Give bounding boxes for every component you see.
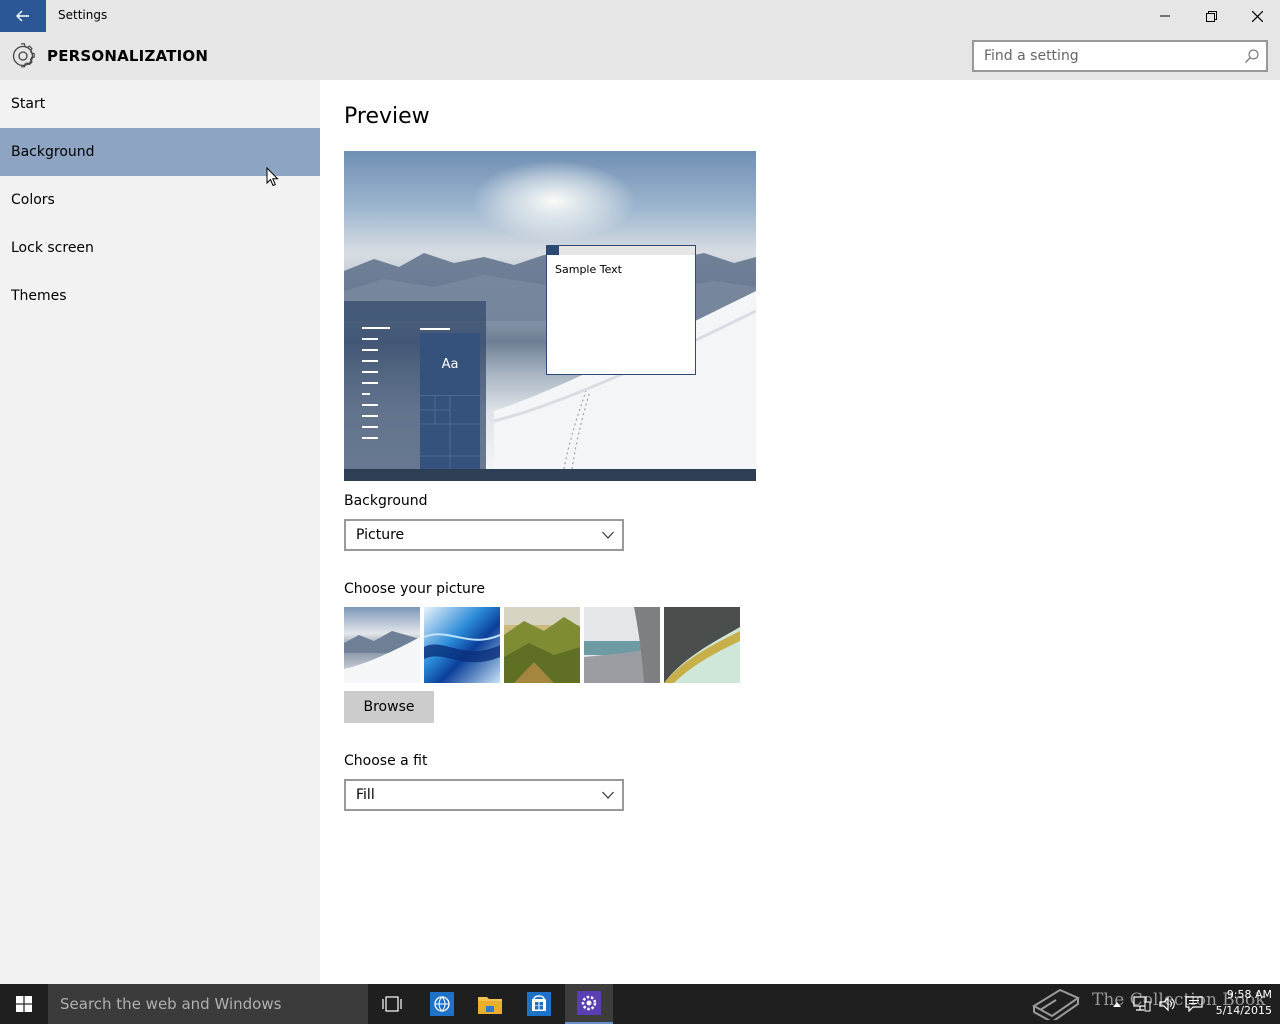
search-icon[interactable] (1244, 48, 1260, 64)
clock-date: 5/14/2015 (1215, 1004, 1272, 1017)
volume-button[interactable] (1156, 984, 1180, 1024)
store-icon (527, 992, 551, 1016)
picture-thumbnail-snowy-mountain[interactable] (344, 607, 420, 683)
start-button[interactable] (0, 984, 48, 1024)
browse-button[interactable]: Browse (344, 691, 434, 723)
minimize-button[interactable] (1142, 0, 1188, 32)
fit-dropdown-value: Fill (356, 787, 375, 803)
background-preview: Aa Sample Text (344, 151, 756, 481)
preview-sample-window: Sample Text (546, 245, 696, 375)
chevron-up-icon (1113, 1002, 1121, 1007)
preview-taskbar (344, 469, 756, 481)
task-view-icon (382, 996, 402, 1012)
system-clock[interactable]: 9:58 AM 5/14/2015 (1208, 987, 1272, 1019)
sample-text: Sample Text (555, 263, 622, 276)
taskbar-browser-button[interactable] (418, 984, 466, 1024)
sidebar: Start Background Colors Lock screen Them… (0, 80, 320, 984)
picture-thumbnail-blue-abstract[interactable] (424, 607, 500, 683)
background-dropdown-value: Picture (356, 527, 405, 543)
folder-icon (478, 997, 502, 1014)
book-icon (1032, 988, 1081, 1020)
preview-tile-grid (420, 395, 480, 470)
browser-icon (430, 992, 454, 1016)
gear-icon (12, 43, 35, 68)
taskbar-file-explorer-button[interactable] (466, 984, 514, 1024)
background-label: Background (344, 493, 428, 509)
chevron-down-icon (602, 531, 614, 539)
chevron-down-icon (602, 791, 614, 799)
page-title: PERSONALIZATION (47, 47, 209, 65)
taskbar-settings-button[interactable] (565, 984, 613, 1024)
minimize-icon (1160, 15, 1170, 17)
main-content: Preview Aa Sample Text Background Pictur… (320, 80, 1280, 984)
clock-time: 9:58 AM (1226, 988, 1272, 1001)
sample-window-accent (547, 246, 559, 255)
show-hidden-icons-button[interactable] (1108, 984, 1126, 1024)
close-icon (1251, 10, 1263, 22)
back-arrow-icon (16, 10, 29, 22)
picture-thumbnail-green-hills[interactable] (504, 607, 580, 683)
sidebar-item-lock-screen[interactable]: Lock screen (0, 224, 320, 272)
fit-dropdown[interactable]: Fill (344, 779, 624, 811)
preview-app-list (362, 327, 390, 448)
preview-tiles: Aa (420, 327, 480, 470)
windows-logo-icon (16, 996, 32, 1012)
taskbar-search-box[interactable]: Search the web and Windows (48, 984, 368, 1024)
preview-start-menu: Aa (344, 301, 486, 470)
sample-window-titlebar (547, 246, 695, 255)
picture-thumbnail-sand-shore[interactable] (664, 607, 740, 683)
background-dropdown[interactable]: Picture (344, 519, 624, 551)
choose-picture-label: Choose your picture (344, 581, 485, 597)
close-button[interactable] (1234, 0, 1280, 32)
action-center-icon (1185, 996, 1203, 1012)
action-center-button[interactable] (1182, 984, 1206, 1024)
search-input[interactable] (974, 42, 1234, 70)
speaker-icon (1159, 996, 1175, 1012)
network-icon (1133, 996, 1151, 1012)
preview-heading: Preview (344, 104, 430, 129)
settings-gear-icon (577, 991, 601, 1015)
sidebar-item-start[interactable]: Start (0, 80, 320, 128)
restore-button[interactable] (1188, 0, 1234, 32)
title-bar: Settings (0, 0, 1280, 32)
taskbar: Search the web and Windows The Collectio… (0, 984, 1280, 1024)
taskbar-store-button[interactable] (515, 984, 563, 1024)
picture-thumbnail-coastal-cliff[interactable] (584, 607, 660, 683)
restore-icon (1205, 10, 1217, 22)
preview-tile-aa: Aa (420, 333, 480, 395)
search-box[interactable] (972, 40, 1268, 72)
network-button[interactable] (1130, 984, 1154, 1024)
sidebar-item-themes[interactable]: Themes (0, 272, 320, 320)
preview-sun-glow (474, 161, 634, 241)
task-view-button[interactable] (368, 984, 416, 1024)
page-header: PERSONALIZATION (0, 32, 1280, 80)
window-title: Settings (58, 8, 108, 22)
choose-fit-label: Choose a fit (344, 753, 428, 769)
mouse-cursor-icon (266, 167, 279, 187)
back-button[interactable] (0, 0, 46, 32)
